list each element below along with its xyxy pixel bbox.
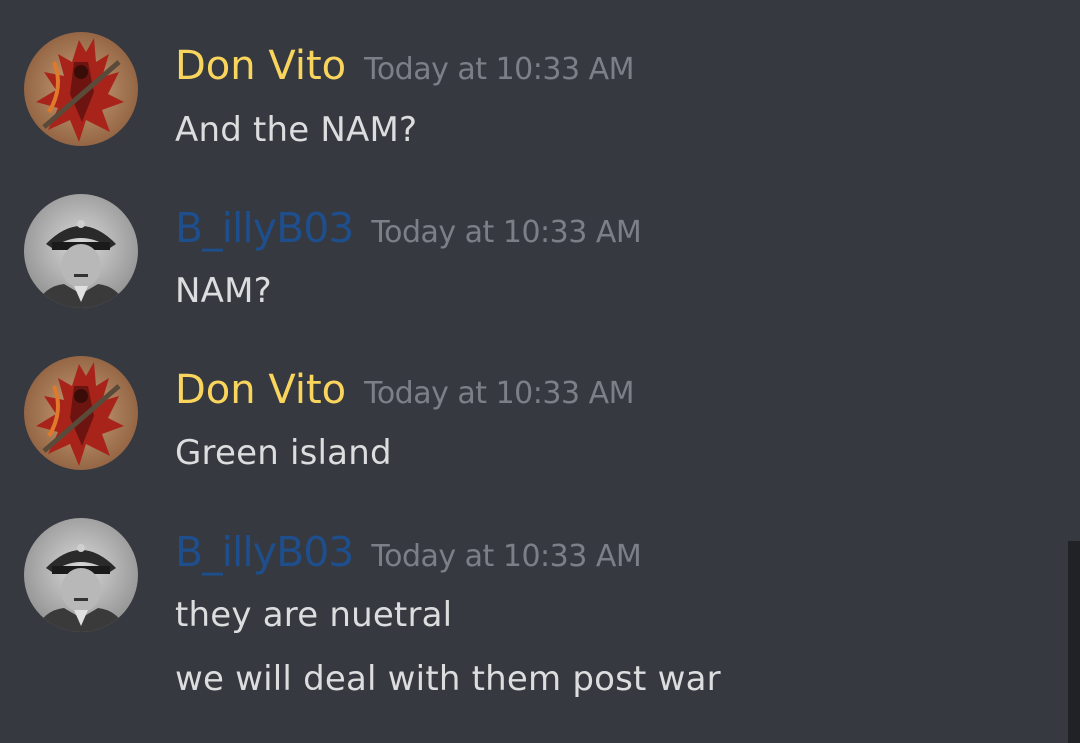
message-header: Don Vito Today at 10:33 AM <box>175 360 634 420</box>
officer-portrait-avatar[interactable] <box>24 518 138 632</box>
message-text: Green island <box>175 433 392 473</box>
username[interactable]: Don Vito <box>175 43 346 89</box>
username[interactable]: B_illyB03 <box>175 204 354 252</box>
chat-messages: Don Vito Today at 10:33 AM And the NAM? B… <box>0 0 1080 743</box>
scrollbar[interactable] <box>1068 541 1080 743</box>
message-text: NAM? <box>175 271 272 311</box>
officer-portrait-avatar[interactable] <box>24 194 138 308</box>
message-text: we will deal with them post war <box>175 659 721 699</box>
demon-warrior-avatar[interactable] <box>24 356 138 470</box>
timestamp: Today at 10:33 AM <box>371 215 642 250</box>
message-text: And the NAM? <box>175 110 418 150</box>
timestamp: Today at 10:33 AM <box>364 52 634 87</box>
username[interactable]: B_illyB03 <box>175 528 354 576</box>
demon-warrior-avatar[interactable] <box>24 32 138 146</box>
message-header: B_illyB03 Today at 10:33 AM <box>175 198 642 258</box>
message-header: Don Vito Today at 10:33 AM <box>175 36 634 96</box>
timestamp: Today at 10:33 AM <box>371 539 642 574</box>
username[interactable]: Don Vito <box>175 367 346 413</box>
timestamp: Today at 10:33 AM <box>364 376 634 411</box>
message-text: they are nuetral <box>175 595 453 635</box>
message-header: B_illyB03 Today at 10:33 AM <box>175 522 642 582</box>
